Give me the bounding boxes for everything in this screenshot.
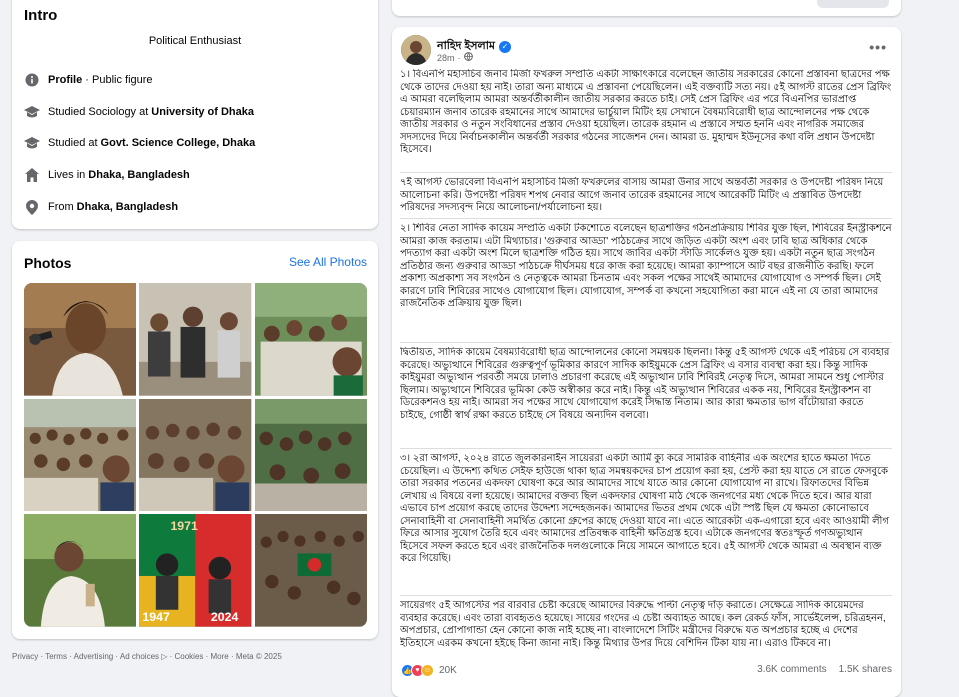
photo-thumbnail[interactable]: 1971 1947 2024 [139, 514, 252, 627]
graduation-cap-icon [24, 135, 40, 151]
post-meta: 28m · [437, 52, 473, 63]
more-options-icon[interactable]: ••• [869, 39, 887, 55]
top-button[interactable] [817, 0, 889, 8]
intro-row-profile: Profile · Public figure [24, 70, 153, 90]
post-paragraph: ৩। ২রা আগস্ট, ২০২৪ রাতে জুলকারনাইন সায়ে… [400, 453, 892, 596]
graduation-cap-icon [24, 104, 40, 120]
photo-grid: 1971 1947 2024 [24, 283, 367, 627]
year-label-2024: 2024 [211, 610, 239, 624]
post-paragraph: ৭ই আগস্ট ভোরবেলা বিএনপি মহাসচিব মির্জা ফ… [400, 177, 892, 219]
photos-title: Photos [24, 255, 72, 271]
photo-thumbnail[interactable] [24, 398, 137, 512]
post-time[interactable]: 28m [437, 53, 455, 63]
shares-count[interactable]: 1.5K shares [839, 664, 892, 675]
post-body: ১। বিএনপি মহাসচিব জনাব মির্জা ফখরুল সম্প… [400, 69, 892, 668]
top-card [392, 0, 901, 16]
year-label-1947: 1947 [143, 610, 171, 624]
location-pin-icon [24, 199, 40, 215]
haha-reaction-icon: ☺ [421, 664, 434, 677]
photo-thumbnail[interactable] [139, 283, 252, 396]
post-card: নাহিদ ইসলাম ✓ 28m · ••• ১। বিএনপি মহাসচিব… [392, 27, 901, 697]
verified-badge-icon: ✓ [499, 40, 511, 53]
avatar[interactable] [401, 35, 431, 65]
post-paragraph: সায়েরগং ৫ই আগস্টের পর বারবার চেষ্টা করে… [400, 600, 886, 649]
photo-thumbnail[interactable] [139, 398, 252, 512]
photo-thumbnail[interactable] [254, 398, 367, 512]
intro-row-from: From Dhaka, Bangladesh [24, 197, 178, 217]
year-label-1971: 1971 [171, 519, 199, 533]
intro-row-text: Profile · Public figure [48, 74, 153, 86]
intro-bio: Political Enthusiast [148, 35, 242, 47]
info-icon [24, 72, 40, 88]
post-paragraph: দ্বিতীয়ত, সাদিক কায়েম বৈষম্যবিরোধী ছাত… [400, 347, 892, 449]
intro-card: Intro Political Enthusiast Profile · Pub… [12, 0, 378, 229]
home-icon [24, 167, 40, 183]
reaction-count: 20K [439, 665, 457, 676]
photo-thumbnail[interactable] [254, 283, 367, 396]
globe-icon [463, 52, 473, 63]
photo-thumbnail[interactable] [254, 514, 367, 627]
post-paragraph: ২। শিবির নেতা সাদিক কায়েম সম্প্রতি একটা… [400, 223, 892, 343]
engagement-counts: 3.6K comments 1.5K shares [757, 664, 892, 675]
photo-thumbnail[interactable] [24, 283, 137, 396]
photo-thumbnail[interactable] [24, 514, 137, 627]
intro-row-lives-in: Lives in Dhaka, Bangladesh [24, 165, 190, 185]
intro-title: Intro [24, 7, 58, 24]
intro-row-education-1: Studied Sociology at University of Dhaka [24, 102, 254, 122]
footer-links[interactable]: Privacy · Terms · Advertising · Ad choic… [12, 652, 282, 661]
see-all-photos-link[interactable]: See All Photos [289, 255, 367, 269]
comments-count[interactable]: 3.6K comments [757, 664, 826, 675]
reactions-summary[interactable]: 👍 ♥ ☺ 20K [401, 664, 457, 677]
post-paragraph: ১। বিএনপি মহাসচিব জনাব মির্জা ফখরুল সম্প… [400, 69, 892, 173]
intro-row-education-2: Studied at Govt. Science College, Dhaka [24, 133, 255, 153]
photos-card: Photos See All Photos 1971 1947 2024 [12, 241, 378, 639]
